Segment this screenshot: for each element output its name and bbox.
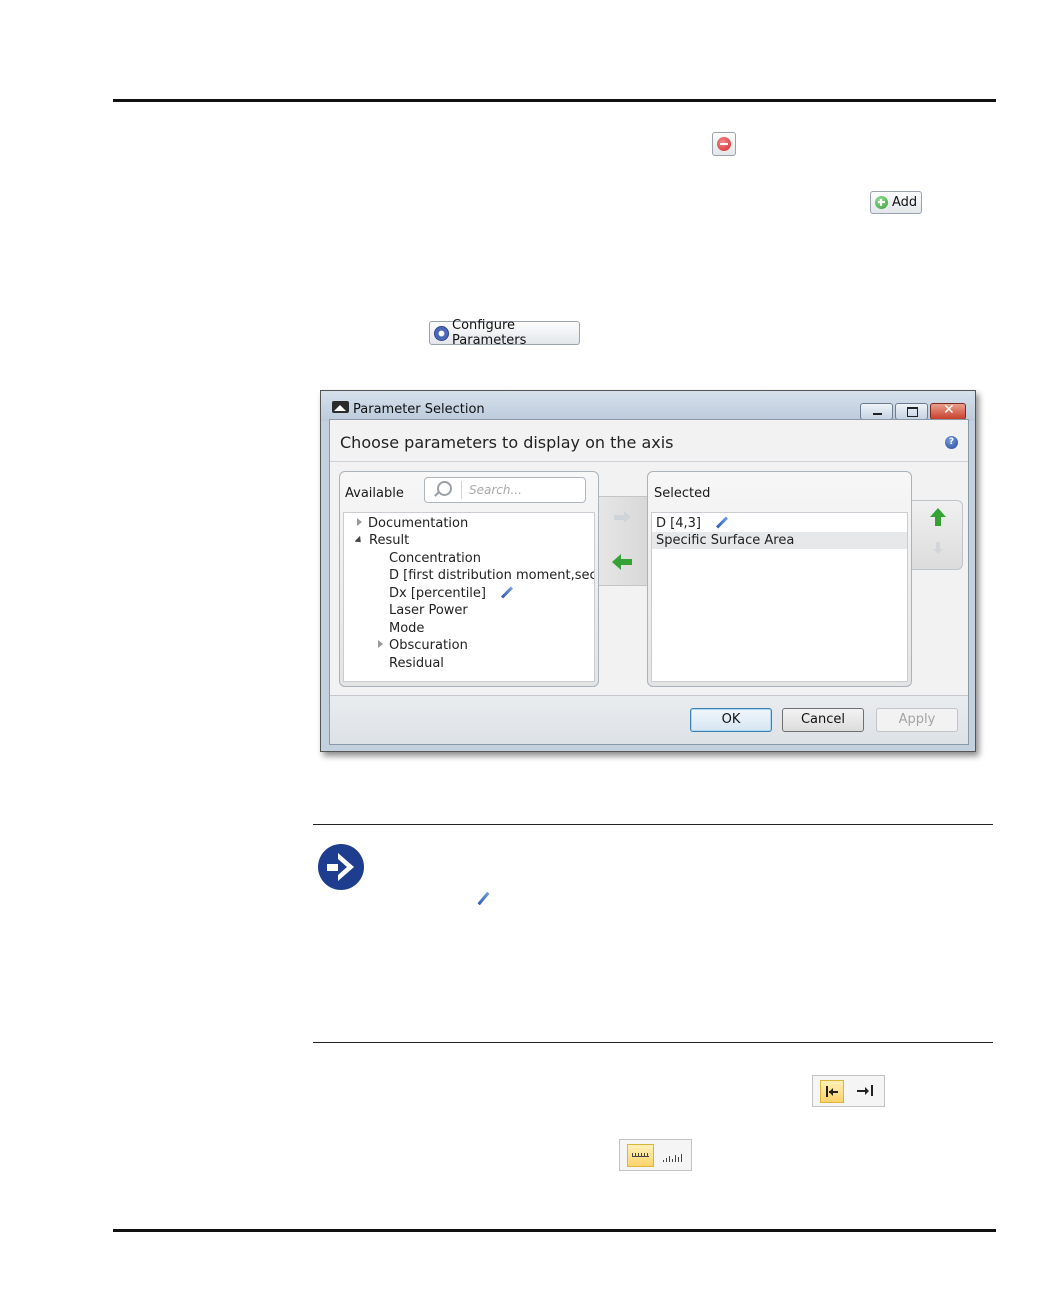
minimize-icon <box>873 413 882 415</box>
search-box[interactable]: Search... <box>424 477 586 503</box>
align-right-icon[interactable] <box>853 1080 877 1103</box>
ok-button[interactable]: OK <box>690 708 772 732</box>
transfer-controls <box>599 496 648 586</box>
add-button-label: Add <box>892 195 918 210</box>
align-toggle-group <box>812 1075 885 1107</box>
search-placeholder: Search... <box>469 483 522 497</box>
note-bottom-rule <box>313 1042 993 1043</box>
collapsed-arrow-icon <box>357 518 362 526</box>
app-icon <box>332 401 349 413</box>
move-up-arrow-icon <box>935 516 941 526</box>
remove-button[interactable] <box>712 132 736 156</box>
cancel-button[interactable]: Cancel <box>782 708 864 732</box>
move-down-arrow-head <box>933 549 943 554</box>
move-right-arrow-head <box>624 511 631 523</box>
dialog-heading: Choose parameters to display on the axis <box>340 433 674 452</box>
selected-label: Selected <box>654 486 711 501</box>
pencil-icon <box>501 586 514 599</box>
list-item[interactable]: Residual <box>389 655 444 672</box>
move-left-arrow-head <box>612 554 621 570</box>
list-item[interactable]: D [first distribution moment,seconc <box>389 567 594 584</box>
move-down-arrow-icon[interactable] <box>936 542 940 549</box>
search-divider <box>461 481 462 499</box>
heading-divider <box>330 461 968 462</box>
list-item[interactable]: Mode <box>389 620 424 637</box>
dialog-body: Choose parameters to display on the axis… <box>329 419 969 745</box>
list-item[interactable]: Concentration <box>389 550 481 567</box>
configure-parameters-label: Configure Parameters <box>452 318 527 348</box>
remove-icon <box>717 137 731 151</box>
maximize-button[interactable] <box>895 403 928 420</box>
selected-panel: Selected D [4,3] Specific Surface Area <box>647 471 912 687</box>
footer-rule <box>113 1229 996 1232</box>
add-icon <box>875 196 888 209</box>
close-icon: ✕ <box>943 402 955 418</box>
reorder-controls <box>912 500 963 570</box>
maximize-icon <box>907 407 918 417</box>
list-item[interactable]: Result <box>355 532 409 549</box>
add-button[interactable]: Add <box>870 191 922 214</box>
move-right-arrow-icon[interactable] <box>614 515 624 520</box>
apply-button[interactable]: Apply <box>876 708 958 732</box>
search-icon <box>437 481 452 496</box>
bar-labels-icon[interactable] <box>627 1144 654 1167</box>
help-icon[interactable]: ? <box>945 436 958 449</box>
dialog-footer <box>330 696 968 744</box>
dialog-title-bar: Parameter Selection ✕ <box>321 391 975 421</box>
bar-display-toggle-group <box>619 1139 692 1171</box>
list-item[interactable]: Dx [percentile] <box>389 585 514 602</box>
collapsed-arrow-icon <box>378 640 383 648</box>
pencil-icon <box>477 891 490 906</box>
available-label: Available <box>345 486 404 501</box>
available-list[interactable]: Documentation Result Concentration D [fi… <box>343 512 595 682</box>
configure-parameters-button[interactable]: Configure Parameters <box>429 318 580 348</box>
expanded-arrow-icon <box>355 535 364 546</box>
parameter-selection-dialog: Parameter Selection ✕ Choose parameters … <box>320 390 976 752</box>
list-item[interactable]: Obscuration <box>378 637 468 654</box>
align-left-icon[interactable] <box>820 1080 844 1103</box>
close-button[interactable]: ✕ <box>930 402 966 420</box>
minimize-button[interactable] <box>860 403 893 420</box>
move-left-arrow-icon[interactable] <box>621 559 632 565</box>
available-panel: Available Search... Documentation Result… <box>339 471 599 687</box>
list-item[interactable]: Laser Power <box>389 602 468 619</box>
bar-chart-icon[interactable] <box>660 1144 686 1167</box>
list-item[interactable]: Specific Surface Area <box>652 532 907 549</box>
selected-list[interactable]: D [4,3] Specific Surface Area <box>651 512 908 682</box>
note-top-rule <box>313 824 993 825</box>
gear-icon <box>434 325 449 341</box>
header-rule <box>113 99 996 102</box>
list-item[interactable]: Documentation <box>357 515 468 532</box>
note-arrow-icon <box>318 844 364 890</box>
list-item[interactable]: D [4,3] <box>656 515 729 532</box>
pencil-icon <box>716 516 729 529</box>
dialog-title: Parameter Selection <box>353 402 485 417</box>
